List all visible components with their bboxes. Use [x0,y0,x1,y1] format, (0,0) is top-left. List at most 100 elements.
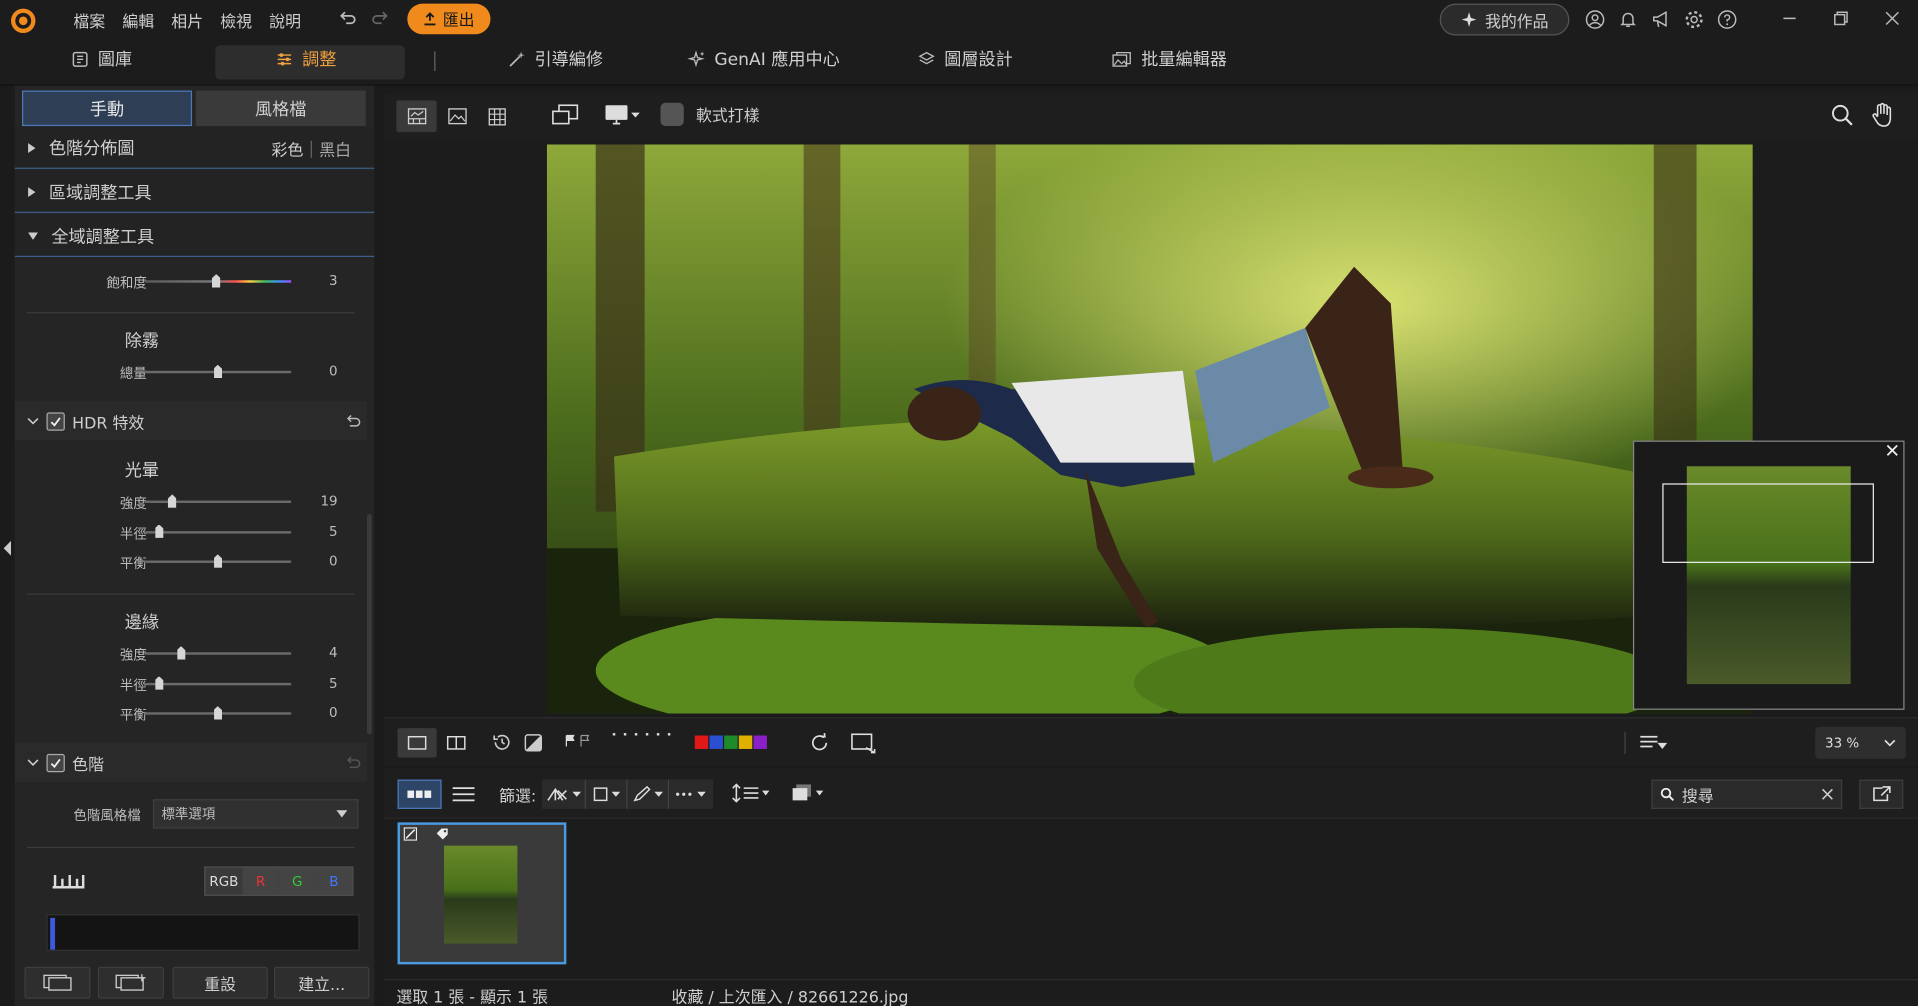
glow-slider-track[interactable] [144,500,292,503]
rating-dot[interactable] [667,733,671,736]
softproof-toggle[interactable]: 軟式打樣 [660,102,760,127]
tab-layer-design[interactable]: 圖層設計 [917,47,1013,71]
menu-view[interactable]: 檢視 [220,9,252,31]
fit-screen-icon[interactable] [850,732,877,754]
levels-enable-checkbox[interactable] [46,753,65,772]
reset-button[interactable]: 重設 [172,966,268,999]
rating-dot[interactable] [634,733,638,736]
flag-icon[interactable] [565,734,576,747]
rotate-icon[interactable] [809,732,831,754]
filter-more-icon[interactable] [669,779,714,809]
create-button[interactable]: 建立... [273,966,370,999]
glow-slider-track[interactable] [144,530,292,533]
stack-icon[interactable] [791,783,825,803]
copy-settings-button[interactable] [24,966,91,999]
compare-view-icon[interactable] [437,728,476,757]
export-button[interactable]: 匯出 [407,3,491,35]
color-label-red[interactable] [694,735,709,749]
gear-icon[interactable] [1684,10,1704,30]
tab-style-profile[interactable]: 風格檔 [195,90,366,127]
section-global-tools[interactable]: 全域調整工具 [14,215,375,257]
channel-g[interactable]: G [278,867,316,895]
undo-icon[interactable] [338,9,358,29]
section-levels[interactable]: 色階 [14,742,367,783]
collapse-panel-arrow-icon[interactable] [1,538,12,558]
close-icon[interactable] [1886,444,1898,456]
edge-slider-thumb[interactable] [176,646,186,660]
histogram-bw-option[interactable]: 黑白 [319,137,351,160]
edge-slider-track[interactable] [144,652,292,655]
softproof-checkbox[interactable] [660,102,684,127]
histogram-color-option[interactable]: 彩色 [272,137,304,160]
levels-ruler-icon[interactable] [51,871,85,889]
reset-icon[interactable] [345,412,362,429]
rating-dot[interactable] [612,733,616,736]
edge-slider-thumb[interactable] [154,676,164,690]
color-label-yellow[interactable] [738,735,753,749]
close-icon[interactable] [1884,10,1901,27]
tab-batch-editor[interactable]: 批量編輯器 [1112,47,1227,71]
dehaze-thumb[interactable] [213,364,223,379]
restore-icon[interactable] [1832,10,1849,27]
filmstrip-mode-icon[interactable] [397,779,442,809]
panel-scrollbar[interactable] [366,513,372,735]
tab-manual[interactable]: 手動 [22,90,193,127]
color-label-purple[interactable] [753,735,767,749]
rating-dot[interactable] [656,733,660,736]
section-regional-tools[interactable]: 區域調整工具 [14,171,375,213]
tab-adjust[interactable]: 調整 [275,47,336,71]
rating-dots[interactable] [612,733,671,736]
before-after-icon[interactable] [524,732,544,752]
glow-slider-thumb[interactable] [167,494,177,508]
color-label-blue[interactable] [709,735,723,749]
navigator-view-frame[interactable] [1662,483,1874,563]
help-icon[interactable] [1717,10,1737,30]
channel-b[interactable]: B [315,867,353,895]
my-works-button[interactable]: 我的作品 [1439,3,1570,36]
channel-r[interactable]: R [242,867,279,895]
levels-histogram[interactable] [46,914,360,951]
tab-genai[interactable]: GenAI 應用中心 [687,47,840,71]
rating-dot[interactable] [645,733,649,736]
account-icon[interactable] [1585,10,1605,30]
hand-pan-icon[interactable] [1870,102,1894,129]
filter-color-icon[interactable] [585,779,628,809]
filter-edit-icon[interactable] [627,779,670,809]
tab-guided-edit[interactable]: 引導編修 [508,47,603,71]
zoom-select[interactable]: 33 % [1815,726,1906,759]
navigator-panel[interactable] [1632,440,1905,710]
clear-search-icon[interactable] [1821,788,1833,800]
view-grid-icon[interactable] [477,100,517,132]
thumbnail-item[interactable] [397,822,567,965]
redo-icon[interactable] [371,9,391,29]
view-single-icon[interactable] [437,100,477,132]
sort-icon[interactable] [731,783,770,803]
bell-icon[interactable] [1618,10,1638,30]
hdr-enable-checkbox[interactable] [46,411,65,431]
glow-slider-thumb[interactable] [213,554,223,568]
popout-icon[interactable] [1859,779,1904,809]
menu-help[interactable]: 說明 [269,9,301,31]
rating-dot[interactable] [623,733,627,736]
search-box[interactable]: 搜尋 [1651,779,1843,809]
search-input[interactable]: 搜尋 [1682,783,1814,806]
menu-edit[interactable]: 編輯 [122,9,154,31]
main-photo[interactable] [546,144,1753,714]
section-hdr[interactable]: HDR 特效 [14,401,367,441]
menu-file[interactable]: 檔案 [73,9,105,31]
list-mode-icon[interactable] [442,780,486,809]
glow-slider-thumb[interactable] [154,524,164,538]
display-toggle-icon[interactable] [550,103,579,127]
color-label-green[interactable] [724,735,738,749]
single-view-icon[interactable] [397,728,437,758]
monitor-dropdown-icon[interactable] [604,104,641,126]
filter-flag-icon[interactable] [541,779,586,809]
reset-icon[interactable] [345,754,362,771]
megaphone-icon[interactable] [1651,10,1671,30]
view-filmstrip-icon[interactable] [396,100,437,133]
channel-rgb[interactable]: RGB [205,867,243,895]
history-icon[interactable] [492,732,513,753]
levels-preset-select[interactable]: 標準選項 [152,799,359,829]
edge-slider-track[interactable] [144,682,292,685]
reject-flag-icon[interactable] [580,734,591,747]
